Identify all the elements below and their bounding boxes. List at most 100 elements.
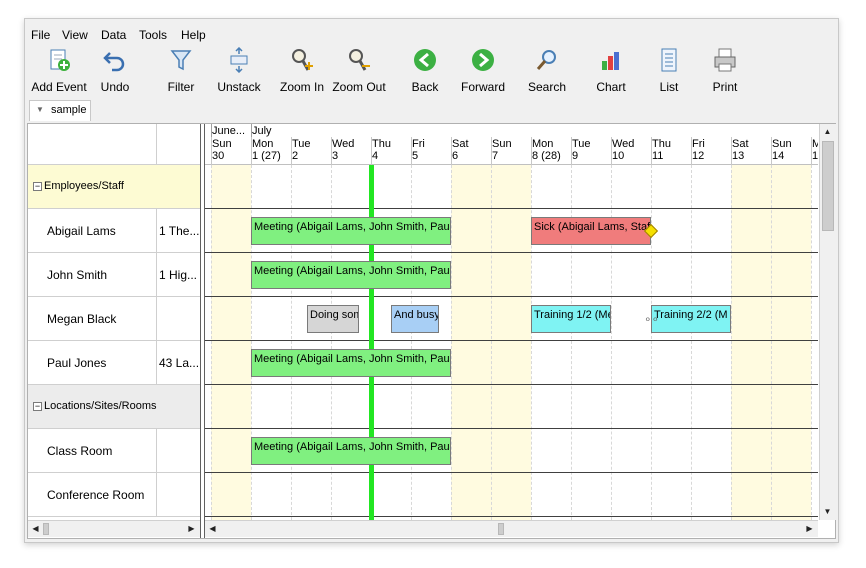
resource-name: Paul Jones: [47, 356, 107, 370]
resource-horizontal-scrollbar[interactable]: ◀ ▶: [28, 520, 200, 537]
list-icon: [661, 48, 677, 72]
vertical-scroll-thumb[interactable]: [822, 141, 834, 231]
day-date-label: 12: [692, 150, 705, 162]
collapse-toggle-icon[interactable]: −: [33, 402, 42, 411]
back-button[interactable]: Back: [403, 43, 447, 95]
search-button[interactable]: Search: [523, 43, 571, 95]
undo-icon: [103, 52, 125, 72]
event-bar[interactable]: Training 2/2 (M: [651, 305, 731, 333]
zoom-in-button[interactable]: Zoom In: [277, 43, 327, 95]
forward-button[interactable]: Forward: [457, 43, 509, 95]
print-icon: [714, 48, 736, 72]
collapse-toggle-icon[interactable]: −: [33, 182, 42, 191]
resource-list: − Employees/Staff Abigail Lams 1 The... John…: [28, 124, 200, 538]
menu-tools[interactable]: Tools: [139, 28, 167, 42]
undo-button[interactable]: Undo: [93, 43, 137, 95]
resource-address-cell: 43 La...: [156, 341, 200, 384]
add-event-label: Add Event: [31, 80, 87, 94]
day-of-week-label: Mon: [252, 138, 274, 150]
group-row[interactable]: − Employees/Staff: [28, 165, 200, 209]
day-of-week-label: Wed: [612, 138, 635, 150]
day-date-label: 10: [612, 150, 625, 162]
timeline-grid: Sun 30 Mon 1 (27) Tue 2 Wed 3 Thu 4 Fri 5 Sat 6 Sun 7 Mo…: [205, 124, 818, 520]
resource-row[interactable]: Paul Jones 43 La...: [28, 341, 200, 385]
resource-list-header: [28, 124, 200, 165]
resource-row[interactable]: John Smith 1 Hig...: [28, 253, 200, 297]
group-row[interactable]: − Locations/Sites/Rooms: [28, 385, 200, 429]
day-of-week-label: Fri: [412, 138, 425, 150]
unstack-button[interactable]: Unstack: [211, 43, 267, 95]
resource-row[interactable]: Conference Room: [28, 473, 200, 517]
day-of-week-label: Sat: [452, 138, 469, 150]
month-tick: [251, 124, 252, 137]
day-of-week-label: M: [812, 138, 818, 150]
day-date-label: 9: [572, 150, 579, 162]
day-date-label: 14: [772, 150, 785, 162]
menu-data[interactable]: Data: [101, 28, 126, 42]
filter-button[interactable]: Filter: [159, 43, 203, 95]
timeline-scroll-right-button[interactable]: ▶: [802, 521, 817, 536]
day-of-week-label: Fri: [692, 138, 705, 150]
event-bar[interactable]: Doing som: [307, 305, 359, 333]
app-window: File View Data Tools Help Add Event Undo: [24, 18, 839, 543]
event-bar[interactable]: Meeting (Abigail Lams, John Smith, Paul …: [251, 349, 451, 377]
resource-address: 1 The...: [159, 224, 200, 238]
row-separator: [205, 472, 818, 473]
day-tick: [691, 137, 692, 165]
timeline-horizontal-scrollbar[interactable]: ◀ ▶: [205, 520, 818, 537]
event-bar[interactable]: And busy: [391, 305, 439, 333]
event-bar[interactable]: Training 1/2 (Me: [531, 305, 611, 333]
tab-label: sample: [51, 104, 87, 116]
weekend-column: [451, 165, 491, 520]
event-bar[interactable]: Meeting (Abigail Lams, John Smith, Paul …: [251, 261, 451, 289]
resource-row[interactable]: Abigail Lams 1 The...: [28, 209, 200, 253]
day-date-label: 2: [292, 150, 299, 162]
day-tick: [811, 137, 812, 165]
resource-row[interactable]: Megan Black: [28, 297, 200, 341]
day-separator: [451, 165, 452, 520]
resource-row[interactable]: Class Room: [28, 429, 200, 473]
scroll-up-button[interactable]: ▲: [820, 124, 835, 139]
chart-button[interactable]: Chart: [589, 43, 633, 95]
day-of-week-label: Sun: [212, 138, 232, 150]
menu-file[interactable]: File: [31, 28, 50, 42]
day-tick: [771, 137, 772, 165]
menu-help[interactable]: Help: [181, 28, 206, 42]
event-bar[interactable]: Sick (Abigail Lams, Staff): [531, 217, 651, 245]
scroll-down-button[interactable]: ▼: [820, 504, 835, 519]
weekend-column: [731, 165, 771, 520]
zoom-out-button[interactable]: Zoom Out: [331, 43, 387, 95]
timeline-scroll-thumb[interactable]: [498, 523, 504, 535]
day-date-label: 13: [732, 150, 745, 162]
column-divider: [156, 124, 157, 165]
resource-name: Megan Black: [47, 312, 117, 326]
list-button[interactable]: List: [647, 43, 691, 95]
timeline-scroll-left-button[interactable]: ◀: [205, 521, 220, 536]
timeline-view: − Employees/Staff Abigail Lams 1 The... John…: [27, 123, 836, 539]
row-separator: [205, 384, 818, 385]
chevron-down-icon[interactable]: ▼: [36, 105, 44, 114]
day-separator: [691, 165, 692, 520]
scroll-left-button[interactable]: ◀: [28, 521, 43, 536]
add-event-button[interactable]: Add Event: [31, 43, 87, 95]
undo-label: Undo: [100, 80, 130, 94]
day-tick: [411, 137, 412, 165]
weekend-column: [491, 165, 531, 520]
resource-scroll-thumb[interactable]: [43, 523, 49, 535]
weekend-column: [211, 165, 251, 520]
print-button[interactable]: Print: [703, 43, 747, 95]
menu-view[interactable]: View: [62, 28, 88, 42]
day-tick: [731, 137, 732, 165]
unstack-icon: [230, 47, 248, 73]
search-label: Search: [527, 80, 567, 94]
day-separator: [811, 165, 812, 520]
event-bar[interactable]: Meeting (Abigail Lams, John Smith, Paul …: [251, 437, 451, 465]
print-label: Print: [712, 80, 738, 94]
resource-name: Conference Room: [47, 488, 145, 502]
tab-sample[interactable]: ▼ sample: [29, 100, 91, 121]
vertical-scrollbar[interactable]: ▲ ▼: [819, 124, 836, 520]
scroll-right-button[interactable]: ▶: [184, 521, 199, 536]
group-name: Locations/Sites/Rooms: [44, 400, 157, 412]
event-bar[interactable]: Meeting (Abigail Lams, John Smith, Paul …: [251, 217, 451, 245]
resource-name: Class Room: [47, 444, 113, 458]
